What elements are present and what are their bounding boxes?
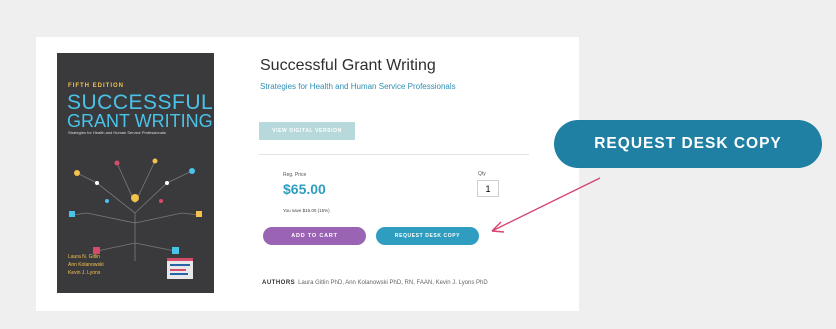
callout-arrow-icon xyxy=(491,177,601,233)
